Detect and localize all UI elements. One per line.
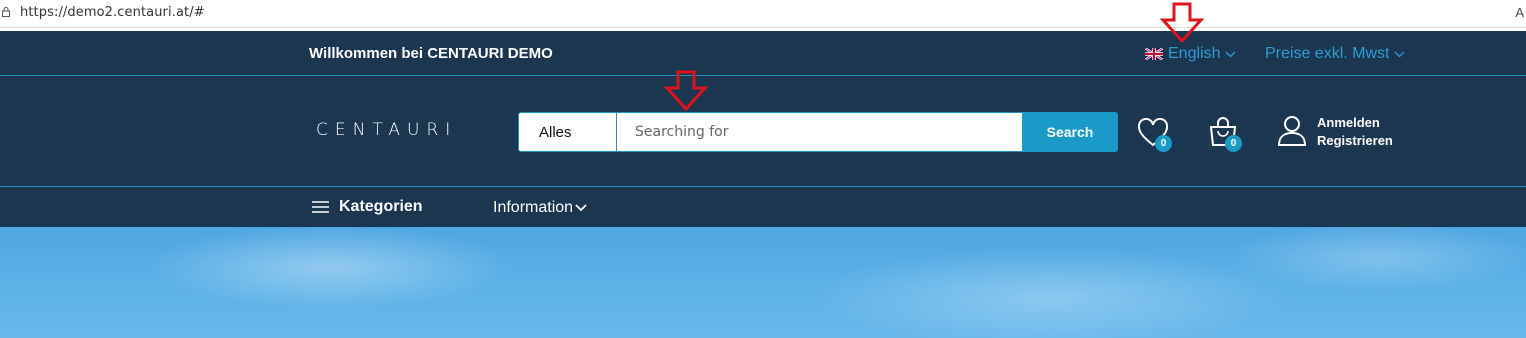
hero-banner-image (0, 227, 1526, 338)
top-bar: Willkommen bei CENTAURI DEMO English Pre… (0, 31, 1526, 76)
welcome-text: Willkommen bei CENTAURI DEMO (309, 45, 553, 62)
uk-flag-icon (1145, 48, 1163, 60)
language-label: English (1168, 45, 1221, 62)
chevron-down-icon (575, 204, 587, 212)
price-mode-selector[interactable]: Preise exkl. Mwst (1265, 45, 1405, 63)
user-icon[interactable] (1277, 115, 1307, 147)
annotation-arrow-down-icon (1160, 2, 1204, 44)
wishlist-button[interactable]: 0 (1137, 118, 1177, 154)
wishlist-count-badge: 0 (1155, 135, 1172, 152)
account-links: Anmelden Registrieren (1317, 115, 1393, 149)
register-link[interactable]: Registrieren (1317, 133, 1393, 149)
login-link[interactable]: Anmelden (1317, 115, 1393, 131)
site-header: Willkommen bei CENTAURI DEMO English Pre… (0, 31, 1526, 227)
chevron-down-icon (1226, 51, 1236, 57)
main-header-bar: CENTAURI Alles Search 0 0 (0, 77, 1526, 187)
cart-button[interactable]: 0 (1207, 117, 1247, 155)
search-bar: Alles Search (518, 112, 1118, 152)
information-label: Information (493, 199, 574, 216)
chevron-down-icon (1395, 51, 1405, 57)
browser-address-bar: https://demo2.centauri.at/# A (0, 0, 1526, 28)
language-selector[interactable]: English (1145, 45, 1236, 63)
url-field[interactable]: https://demo2.centauri.at/# (20, 5, 205, 20)
price-mode-label: Preise exkl. Mwst (1265, 45, 1390, 62)
search-button[interactable]: Search (1022, 112, 1118, 152)
cart-count-badge: 0 (1225, 135, 1242, 152)
category-nav-bar: Kategorien Information (0, 188, 1526, 227)
annotation-arrow-down-icon (664, 70, 708, 112)
reader-view-icon[interactable]: A (1515, 5, 1524, 20)
search-category-select[interactable]: Alles (518, 112, 617, 152)
categories-menu-button[interactable]: Kategorien (312, 198, 423, 216)
information-menu[interactable]: Information (493, 199, 587, 217)
categories-label: Kategorien (339, 198, 423, 215)
search-input[interactable] (617, 112, 1022, 152)
site-logo[interactable]: CENTAURI (316, 120, 457, 140)
hamburger-menu-icon (312, 201, 329, 213)
lock-icon (2, 7, 10, 17)
account-area: Anmelden Registrieren (1277, 115, 1393, 149)
